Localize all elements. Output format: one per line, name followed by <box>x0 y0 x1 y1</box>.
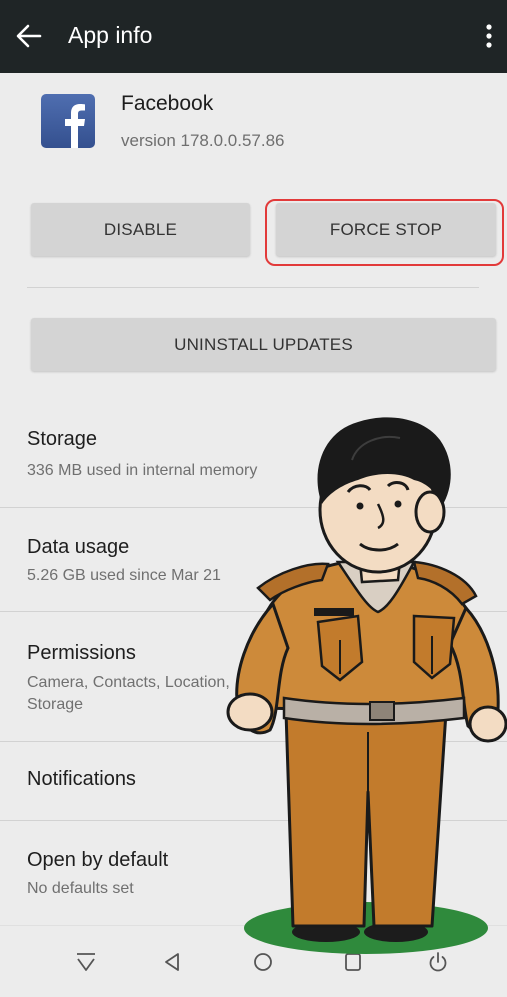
nav-down-icon[interactable] <box>74 950 98 974</box>
nav-back-icon[interactable] <box>160 950 184 974</box>
back-arrow-icon[interactable] <box>14 20 44 52</box>
data-usage-subtitle: 5.26 GB used since Mar 21 <box>27 567 221 584</box>
divider <box>27 287 479 288</box>
open-by-default-subtitle: No defaults set <box>27 880 134 897</box>
force-stop-highlight <box>265 199 504 266</box>
open-by-default-title: Open by default <box>27 849 169 871</box>
permissions-subtitle-line1: Camera, Contacts, Location, <box>27 674 230 691</box>
permissions-title: Permissions <box>27 642 136 664</box>
app-name: Facebook <box>121 92 214 115</box>
notifications-title: Notifications <box>27 768 136 790</box>
app-version: version 178.0.0.57.86 <box>121 131 285 150</box>
permissions-subtitle-line2: Storage <box>27 696 84 713</box>
facebook-logo-icon <box>41 94 95 148</box>
storage-title: Storage <box>27 428 98 450</box>
disable-button[interactable]: DISABLE <box>31 203 250 256</box>
app-bar: App info <box>0 0 507 73</box>
data-usage-title: Data usage <box>27 536 130 558</box>
uninstall-updates-button[interactable]: UNINSTALL UPDATES <box>31 318 496 371</box>
app-header: Facebook version 178.0.0.57.86 <box>0 73 507 189</box>
page-title: App info <box>68 22 153 48</box>
cartoon-officer-illustration <box>226 417 507 954</box>
more-vert-icon[interactable] <box>479 20 499 52</box>
